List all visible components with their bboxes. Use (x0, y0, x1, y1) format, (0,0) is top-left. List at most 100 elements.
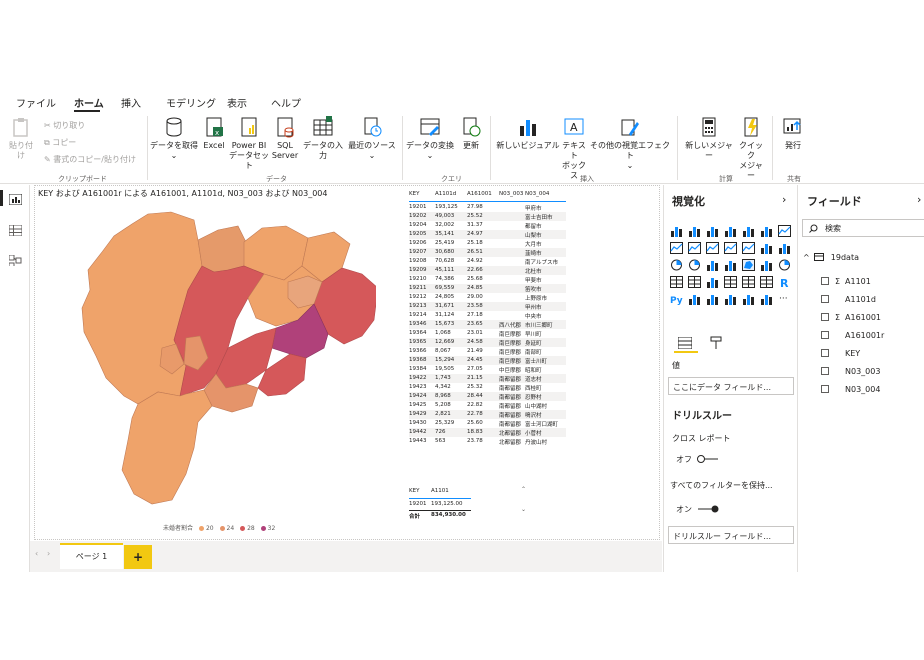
clustered-column-icon[interactable] (724, 225, 737, 237)
funnel-icon[interactable] (760, 259, 773, 271)
page-prev-icon[interactable]: ‹ (35, 549, 38, 558)
waterfall-icon[interactable] (760, 242, 773, 254)
page-next-icon[interactable]: › (47, 549, 50, 558)
field-checkbox[interactable] (821, 331, 829, 339)
cut-button[interactable]: ✂ 切り取り (44, 120, 85, 131)
filled-map[interactable] (76, 208, 376, 508)
table-row[interactable]: 19442 726 18.83 北都留郡 小菅村 (409, 428, 566, 437)
table-row[interactable]: 19206 25,419 25.18 大月市 (409, 239, 566, 248)
100-column-icon[interactable] (760, 225, 773, 237)
fields-well-icon[interactable] (678, 337, 692, 349)
values-drop-field[interactable]: ここにデータ フィールド... (668, 377, 794, 395)
table-row[interactable]: 19211 69,559 24.85 笛吹市 (409, 284, 566, 293)
table-row[interactable]: 19212 24,805 29.00 上野原市 (409, 293, 566, 302)
table-row[interactable]: 19368 15,294 24.45 南巨摩郡 富士川町 (409, 356, 566, 365)
column-header[interactable]: A161001 (467, 191, 492, 200)
sql-server-button[interactable]: SQL Server (271, 116, 299, 161)
model-view-icon[interactable] (9, 255, 22, 266)
keep-filters-toggle[interactable] (696, 504, 720, 514)
table-row[interactable]: 19364 1,068 23.01 南巨摩郡 早川町 (409, 329, 566, 338)
table-row[interactable]: 19422 1,743 21.15 南都留郡 道志村 (409, 374, 566, 383)
table-row[interactable]: 19430 25,329 25.60 南都留郡 富士河口湖町 (409, 419, 566, 428)
chevron-right-icon[interactable]: › (782, 193, 786, 206)
stacked-area-icon[interactable] (688, 242, 701, 254)
map-region[interactable] (121, 389, 213, 505)
table-row[interactable]: 19209 45,111 22.66 北杜市 (409, 266, 566, 275)
copy-button[interactable]: ⧉ コピー (44, 137, 76, 148)
textbox-button[interactable]: A テキスト ボックス (559, 116, 589, 181)
cross-report-toggle[interactable] (696, 454, 720, 464)
field-item[interactable]: KEY (821, 349, 860, 358)
more-visuals-button[interactable]: その他の視覚エフェクト ⌄ (590, 116, 670, 171)
tab-home[interactable]: ホーム (74, 95, 104, 110)
field-item[interactable]: Σ A1101 (821, 277, 871, 286)
key-influencers-icon[interactable] (688, 293, 701, 305)
scroll-up-icon[interactable]: ⌃ (521, 486, 526, 493)
map-region[interactable] (197, 225, 247, 273)
excel-button[interactable]: x Excel (201, 116, 227, 151)
add-page-button[interactable]: + (124, 545, 152, 569)
more-icon[interactable]: ··· (778, 293, 791, 305)
table-row[interactable]: 19210 74,386 25.68 甲斐市 (409, 275, 566, 284)
multirow-card-icon[interactable] (688, 276, 701, 288)
table-row[interactable]: 19384 19,505 27.05 中巨摩郡 昭和町 (409, 365, 566, 374)
table-row[interactable]: 19365 12,669 24.58 南巨摩郡 身延町 (409, 338, 566, 347)
tab-file[interactable]: ファイル (16, 95, 56, 110)
treemap-icon[interactable] (706, 259, 719, 271)
table-row[interactable]: 19204 32,002 31.37 都留市 (409, 221, 566, 230)
python-visual-icon[interactable]: Py (670, 293, 683, 305)
tab-modeling[interactable]: モデリング (166, 95, 216, 110)
column-header[interactable]: N03_004 (525, 191, 549, 200)
field-item[interactable]: N03_004 (821, 385, 880, 394)
decomposition-tree-icon[interactable] (706, 293, 719, 305)
donut-chart-icon[interactable] (688, 259, 701, 271)
format-painter-button[interactable]: ✎ 書式のコピー/貼り付け (44, 154, 136, 165)
enter-data-button[interactable]: データの入力 (300, 116, 346, 161)
transform-data-button[interactable]: データの変換 ⌄ (405, 116, 455, 161)
column-header[interactable]: KEY (409, 191, 419, 200)
slicer-icon[interactable] (724, 276, 737, 288)
stacked-column-icon[interactable] (688, 225, 701, 237)
kpi-icon[interactable] (706, 276, 719, 288)
table-row[interactable]: 19202 49,003 25.52 富士吉田市 (409, 212, 566, 221)
data-view-icon[interactable] (9, 225, 22, 236)
line-chart-icon[interactable] (778, 225, 791, 237)
recent-sources-button[interactable]: 最近のソース ⌄ (348, 116, 396, 161)
paint-roller-icon[interactable] (710, 336, 722, 350)
quick-measure-button[interactable]: クイック メジャー (736, 116, 766, 181)
table-row[interactable]: 19213 31,671 23.58 甲州市 (409, 302, 566, 311)
field-item[interactable]: A161001r (821, 331, 884, 340)
table-row[interactable]: 19423 4,342 25.32 南都留郡 西桂町 (409, 383, 566, 392)
r-script-icon[interactable]: R (778, 276, 791, 288)
field-checkbox[interactable] (821, 277, 829, 285)
page-tab[interactable]: ページ 1 (60, 543, 123, 569)
table-row[interactable]: 19208 70,628 24.92 南アルプス市 (409, 257, 566, 266)
tab-insert[interactable]: 挿入 (121, 95, 141, 110)
chevron-right-icon[interactable]: › (917, 193, 921, 206)
field-checkbox[interactable] (821, 295, 829, 303)
area-chart-icon[interactable] (670, 242, 683, 254)
new-measure-button[interactable]: 新しいメジャー (682, 116, 736, 161)
100-bar-icon[interactable] (742, 225, 755, 237)
stacked-bar-icon[interactable] (670, 225, 683, 237)
new-visual-button[interactable]: 新しいビジュアル (496, 116, 560, 151)
field-item[interactable]: Σ A161001 (821, 313, 881, 322)
table-icon[interactable] (742, 276, 755, 288)
field-checkbox[interactable] (821, 367, 829, 375)
tab-view[interactable]: 表示 (227, 95, 247, 110)
paginated-icon[interactable] (760, 293, 773, 305)
refresh-button[interactable]: 更新 (458, 116, 484, 151)
table-row[interactable]: 19429 2,821 22.78 南都留郡 鳴沢村 (409, 410, 566, 419)
table-row[interactable]: 19424 8,968 28.44 南都留郡 忍野村 (409, 392, 566, 401)
tab-help[interactable]: ヘルプ (271, 95, 301, 110)
table-row[interactable]: 19346 15,673 23.65 西八代郡 市川三郷町 (409, 320, 566, 329)
report-view-icon[interactable] (9, 194, 22, 205)
get-data-button[interactable]: データを取得 ⌄ (150, 116, 198, 161)
qa-icon[interactable] (724, 293, 737, 305)
drillthrough-drop-field[interactable]: ドリルスルー フィールド... (668, 526, 794, 544)
gauge-icon[interactable] (778, 259, 791, 271)
powerbi-dataset-button[interactable]: Power BI データセット (229, 116, 269, 171)
field-item[interactable]: A1101d (821, 295, 876, 304)
table-row[interactable]: 19201 193,125 27.98 甲府市 (409, 203, 566, 212)
matrix-icon[interactable] (760, 276, 773, 288)
